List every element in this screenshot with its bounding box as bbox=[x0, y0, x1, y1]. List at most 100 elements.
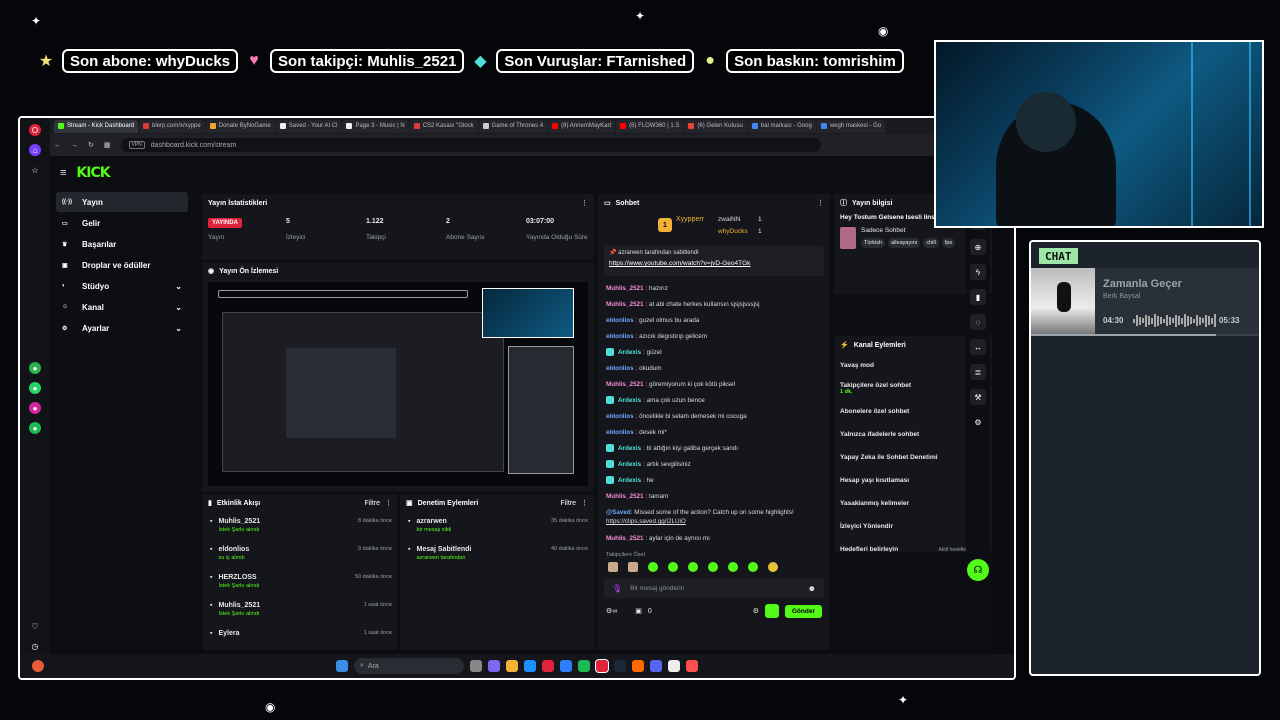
emote-icon[interactable] bbox=[648, 562, 658, 572]
history-icon[interactable]: ◷ bbox=[29, 640, 41, 652]
points-icon[interactable]: ⚙∞ bbox=[606, 607, 617, 615]
bot-user[interactable]: @Saved bbox=[606, 509, 631, 516]
emote-icon[interactable] bbox=[768, 562, 778, 572]
event-row[interactable]: ▪ Muhlis_2521 İstek Şarkı alındı 8 dakika ö… bbox=[202, 512, 398, 540]
emoji-icon[interactable]: ☻ bbox=[808, 584, 816, 593]
emote-icon[interactable] bbox=[608, 562, 618, 572]
nav-item-ayarlar[interactable]: ⚙ Ayarlar ⌄ bbox=[56, 318, 188, 338]
chat-user[interactable]: eldonlios bbox=[606, 365, 634, 372]
edge-icon[interactable] bbox=[524, 660, 536, 672]
nav-item-kanal[interactable]: ☺ Kanal ⌄ bbox=[56, 297, 188, 317]
browser-tab[interactable]: blerp.com/x/xyppe bbox=[139, 119, 205, 133]
emote-icon[interactable] bbox=[748, 562, 758, 572]
top-user[interactable]: zwaiNN bbox=[718, 216, 740, 223]
tag-chip[interactable]: aileayayını bbox=[888, 238, 921, 248]
slider-icon[interactable]: ⚙ bbox=[970, 414, 986, 430]
steam-icon[interactable] bbox=[614, 660, 626, 672]
browser-tab[interactable]: (8) AnnemMayKart bbox=[548, 119, 616, 133]
instagram-icon[interactable]: ● bbox=[29, 402, 41, 414]
event-user[interactable]: HERZLOSS bbox=[218, 574, 259, 581]
task-view-icon[interactable] bbox=[470, 660, 482, 672]
event-user[interactable]: eldonlios bbox=[218, 546, 249, 553]
mod-icon[interactable] bbox=[764, 604, 779, 618]
chat-input[interactable]: 🎙 Bir mesaj gönderin ☻ bbox=[604, 578, 824, 598]
event-row[interactable]: ▪ eldonlios su iç alındı 9 dakika önce bbox=[202, 540, 398, 568]
support-icon[interactable]: ☊ bbox=[967, 559, 989, 581]
pinned-link[interactable]: https://www.youtube.com/watch?v=jvD-Geo4… bbox=[609, 260, 819, 267]
opera-icon[interactable] bbox=[542, 660, 554, 672]
event-row[interactable]: ▪ Muhlis_2521 İstek Şarkı alındı 1 saat önc… bbox=[202, 596, 398, 624]
chat-user[interactable]: Muhlis_2521 bbox=[606, 285, 643, 292]
taskbar-search[interactable]: ⌕ Ara bbox=[354, 658, 464, 674]
chat-user[interactable]: Muhlis_2521 bbox=[606, 301, 643, 308]
browser-tab[interactable]: Donate ByNoGame bbox=[205, 119, 275, 133]
gift-icon[interactable]: ▣ bbox=[635, 607, 642, 615]
event-row[interactable]: ▪ Mesaj Sabitlendi azrarwen tarafından 40 d… bbox=[400, 540, 594, 568]
brave-icon[interactable] bbox=[686, 660, 698, 672]
address-bar[interactable]: VPN dashboard.kick.com/stream bbox=[120, 138, 821, 152]
forward-icon[interactable]: → bbox=[71, 142, 78, 149]
obs-icon[interactable] bbox=[668, 660, 680, 672]
tag-chip[interactable]: fps bbox=[941, 238, 956, 248]
chat-user[interactable]: eldonlios bbox=[606, 429, 634, 436]
category-thumbnail[interactable] bbox=[840, 227, 856, 249]
browser-tab[interactable]: bal markası - Goog bbox=[747, 119, 816, 133]
emote-icon[interactable] bbox=[728, 562, 738, 572]
target-icon[interactable]: ⊕ bbox=[970, 239, 986, 255]
raid-icon[interactable]: ↔ bbox=[970, 339, 986, 355]
taskbar-search-placeholder[interactable]: Ara bbox=[368, 663, 379, 670]
weather-icon[interactable] bbox=[32, 660, 44, 672]
audit-filter-button[interactable]: Filtre bbox=[560, 500, 576, 507]
chat-input-placeholder[interactable]: Bir mesaj gönderin bbox=[630, 585, 684, 592]
more-icon[interactable]: ⋮ bbox=[581, 499, 588, 507]
wrench-icon[interactable]: ⚒ bbox=[970, 389, 986, 405]
emote-icon[interactable] bbox=[708, 562, 718, 572]
settings-icon[interactable]: ⚙ bbox=[753, 607, 759, 615]
chat-user[interactable]: Ardexis bbox=[618, 397, 641, 404]
emote-icon[interactable] bbox=[688, 562, 698, 572]
chat-user[interactable]: Muhlis_2521 bbox=[606, 535, 643, 542]
back-icon[interactable]: ← bbox=[54, 142, 61, 149]
home-icon[interactable]: ⌂ bbox=[29, 144, 41, 156]
chat-user[interactable]: Ardexis bbox=[618, 461, 641, 468]
browser-tab[interactable]: Page 3 - Music | N bbox=[342, 119, 409, 133]
top-user[interactable]: Xyypperr bbox=[676, 216, 704, 223]
chat-user[interactable]: Ardexis bbox=[618, 477, 641, 484]
event-row[interactable]: ▪ azrarwen bir mesajı sildi 35 dakika önce bbox=[400, 512, 594, 540]
send-button[interactable]: Gönder bbox=[784, 604, 822, 618]
browser-tab[interactable]: Game of Thrones 4 bbox=[478, 119, 548, 133]
chat-user[interactable]: Muhlis_2521 bbox=[606, 381, 643, 388]
list-icon[interactable]: ≣ bbox=[970, 364, 986, 380]
heart-icon[interactable]: ♡ bbox=[29, 620, 41, 632]
opera-gx-icon[interactable] bbox=[595, 659, 609, 673]
tag-chip[interactable]: Türkish bbox=[861, 238, 886, 248]
opera-logo-icon[interactable]: O bbox=[29, 124, 41, 136]
chat-bubble-icon[interactable]: ◌ bbox=[970, 314, 986, 330]
mic-icon[interactable]: 🎙 bbox=[612, 584, 622, 593]
chevron-down-icon[interactable]: ⌄ bbox=[175, 324, 182, 333]
event-user[interactable]: Mesaj Sabitlendi bbox=[416, 546, 471, 553]
chat-user[interactable]: Muhlis_2521 bbox=[606, 493, 643, 500]
chatgpt-icon[interactable]: ● bbox=[29, 362, 41, 374]
windows-start-icon[interactable] bbox=[336, 660, 348, 672]
browser-tab[interactable]: Stream - Kick Dashboard bbox=[54, 119, 139, 133]
speed-dial-icon[interactable]: ▦ bbox=[104, 141, 111, 149]
nav-item-ba-ar-lar[interactable]: ♛ Başarılar bbox=[56, 234, 188, 254]
trash-icon[interactable]: ▮ bbox=[970, 289, 986, 305]
url-text[interactable]: dashboard.kick.com/stream bbox=[151, 142, 237, 149]
chat-user[interactable]: eldonlios bbox=[606, 317, 634, 324]
whatsapp-icon[interactable]: ● bbox=[29, 382, 41, 394]
nav-item-gelir[interactable]: ▭ Gelir bbox=[56, 213, 188, 233]
activity-filter-button[interactable]: Filtre bbox=[364, 500, 380, 507]
teams-icon[interactable] bbox=[488, 660, 500, 672]
nav-item-droplar-ve-d-ller[interactable]: ▣ Droplar ve ödüller bbox=[56, 255, 188, 275]
spotify-icon[interactable] bbox=[578, 660, 590, 672]
chat-user[interactable]: Ardexis bbox=[618, 445, 641, 452]
chat-user[interactable]: eldonlios bbox=[606, 413, 634, 420]
top-user[interactable]: whyDucks bbox=[718, 228, 748, 235]
event-row[interactable]: ▪ HERZLOSS İstek Şarkı alındı 50 dakika önc… bbox=[202, 568, 398, 596]
browser-tab[interactable]: CS2 Kasası "Glock bbox=[409, 119, 478, 133]
kick-logo[interactable]: KICK bbox=[76, 165, 110, 181]
bot-link[interactable]: https://clips.saved.gg/i2LUiO bbox=[606, 518, 686, 525]
fl-studio-icon[interactable] bbox=[632, 660, 644, 672]
